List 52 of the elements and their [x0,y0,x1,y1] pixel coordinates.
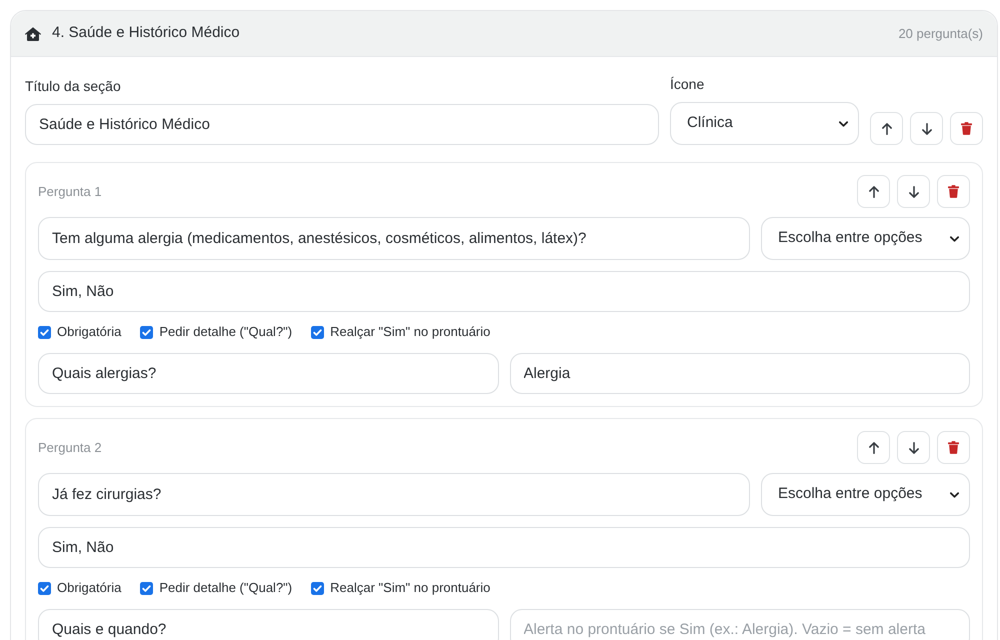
checkbox-label: Realçar "Sim" no prontuário [330,323,490,342]
arrow-down-icon [908,442,918,454]
checkbox-label: Realçar "Sim" no prontuário [330,579,490,598]
section-title-input[interactable]: Saúde e Histórico Médico [25,104,659,145]
checkbox-label: Obrigatória [57,579,122,598]
chevron-down-icon [950,492,959,498]
move-down-button[interactable] [910,112,943,145]
type-select[interactable]: Escolha entre opções [761,217,970,260]
options-input[interactable]: Sim, Não [38,527,970,568]
alert-input[interactable]: Alerta no prontuário se Sim (ex.: Alergia). Vazio = sem alerta [510,609,970,640]
type-select[interactable]: Escolha entre opções [761,473,970,516]
checkbox[interactable] [140,326,154,338]
move-up-button[interactable] [870,112,903,145]
delete-button[interactable] [937,431,970,464]
arrow-down-icon [922,122,932,134]
question-count: 20 pergunta(s) [898,24,983,43]
move-up-button[interactable] [857,175,890,208]
move-up-button[interactable] [857,431,890,464]
delete-button[interactable] [937,175,970,208]
trash-icon [961,122,972,135]
delete-button[interactable] [950,112,983,145]
arrow-up-icon [868,442,878,454]
detail-prompt-input[interactable]: Quais e quando? [38,609,498,640]
checkbox-label: Obrigatória [57,323,122,342]
detail-prompt-input[interactable]: Quais alergias? [38,353,498,394]
checkbox-label: Pedir detalhe ("Qual?") [159,323,292,342]
field-label: Ícone [670,75,706,94]
arrow-up-icon [882,122,892,134]
checkbox[interactable] [38,582,51,594]
question-number: Pergunta 2 [38,438,102,457]
chevron-down-icon [839,120,848,126]
move-down-button[interactable] [897,175,930,208]
checkbox[interactable] [38,326,51,338]
chevron-down-icon [950,236,959,242]
move-down-button[interactable] [897,431,930,464]
alert-input[interactable]: Alergia [510,353,970,394]
house-icon [25,26,41,40]
checkbox-label: Pedir detalhe ("Qual?") [159,579,292,598]
icon-select[interactable]: Clínica [670,102,859,145]
question-input[interactable]: Já fez cirurgias? [38,473,750,516]
arrow-down-icon [908,186,918,198]
checkbox[interactable] [311,326,324,338]
field-label: Título da seção [25,77,122,96]
trash-icon [948,185,959,198]
arrow-up-icon [868,186,878,198]
question-number: Pergunta 1 [38,182,102,201]
trash-icon [948,441,959,454]
section-title: 4. Saúde e Histórico Médico [52,23,240,44]
checkbox[interactable] [311,582,324,594]
options-input[interactable]: Sim, Não [38,271,970,312]
question-input[interactable]: Tem alguma alergia (medicamentos, anestésicos, cosméticos, alimentos, látex)? [38,217,750,260]
checkbox[interactable] [140,582,154,594]
